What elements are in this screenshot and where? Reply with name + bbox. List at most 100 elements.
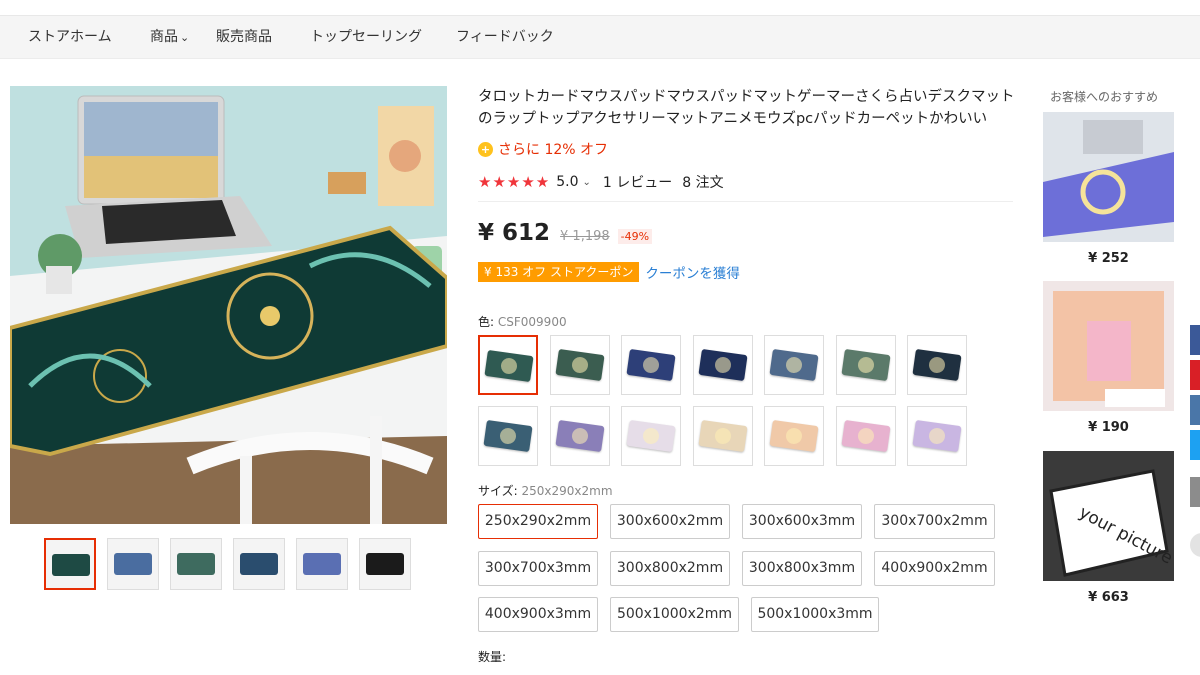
color-swatch[interactable] (621, 406, 681, 466)
size-option[interactable]: 300x800x2mm (610, 551, 730, 586)
order-count: 8 注文 (682, 175, 724, 191)
facebook-share-icon[interactable] (1190, 325, 1200, 355)
swatch-image (769, 419, 819, 453)
nav-label: ストアホーム (28, 29, 112, 45)
swatch-image (483, 419, 533, 453)
nav-feedback[interactable]: フィードバック (456, 16, 554, 59)
twitter-share-icon[interactable] (1190, 430, 1200, 460)
scroll-control[interactable] (1190, 533, 1200, 557)
swatch-image (912, 419, 962, 453)
color-swatch[interactable] (478, 335, 538, 395)
coin-icon: + (478, 141, 493, 157)
more-share-icon[interactable] (1190, 477, 1200, 507)
color-swatch[interactable] (764, 335, 824, 395)
vk-share-icon[interactable] (1190, 395, 1200, 425)
recommend-price: ¥ 252 (1088, 251, 1129, 266)
extra-discount-promo: + さらに 12% オフ (478, 139, 608, 159)
size-option[interactable]: 300x600x2mm (610, 504, 730, 539)
swatch-image (769, 348, 819, 382)
recommend-item[interactable]: your picture ¥ 663 (1043, 451, 1174, 605)
get-coupon-link[interactable]: クーポンを獲得 (645, 262, 740, 282)
recommend-item[interactable]: ¥ 190 (1043, 281, 1174, 435)
recommend-item[interactable]: ¥ 252 (1043, 112, 1174, 266)
color-value: CSF009900 (497, 315, 567, 329)
recommend-image[interactable] (1043, 112, 1174, 242)
size-label: サイズ: 250x290x2mm (478, 482, 613, 499)
size-option[interactable]: 400x900x2mm (874, 551, 995, 586)
color-label-text: 色: (478, 315, 495, 329)
rating-score[interactable]: 5.0 (556, 174, 578, 190)
recommend-image[interactable] (1043, 281, 1174, 411)
top-strip (0, 0, 1200, 16)
current-price: ¥ 612 (478, 220, 551, 246)
nav-label: フィードバック (456, 29, 554, 45)
nav-store-home[interactable]: ストアホーム (28, 16, 112, 59)
nav-label: トップセーリング (310, 29, 422, 45)
swatch-image (554, 419, 605, 453)
product-image (1043, 281, 1174, 411)
size-option[interactable]: 300x700x3mm (478, 551, 598, 586)
nav-label: 販売商品 (216, 29, 272, 45)
color-swatch[interactable] (549, 406, 610, 466)
recommend-price: ¥ 190 (1088, 420, 1129, 435)
price-row: ¥ 612 ¥ 1,198 -49% (478, 220, 653, 250)
review-count[interactable]: 1 レビュー (603, 172, 672, 192)
swatch-image (840, 348, 891, 382)
chevron-down-icon: ⌄ (180, 31, 190, 44)
thumbnail[interactable] (233, 538, 285, 590)
store-coupon-tag: ¥ 133 オフ ストアクーポン (478, 261, 640, 282)
quantity-label: 数量: (478, 650, 507, 664)
color-swatch[interactable] (692, 335, 753, 395)
nav-top-selling[interactable]: トップセーリング (310, 16, 422, 59)
swatch-image (554, 348, 605, 382)
size-option[interactable]: 300x600x3mm (742, 504, 862, 539)
nav-products[interactable]: 商品 ⌄ (150, 16, 189, 59)
swatch-image (912, 348, 962, 382)
color-swatch[interactable] (621, 335, 681, 395)
desk-mat-scene-image (10, 86, 447, 524)
size-option[interactable]: 250x290x2mm (478, 504, 598, 539)
size-option[interactable]: 500x1000x2mm (610, 597, 739, 632)
thumbnail[interactable] (170, 538, 222, 590)
size-option[interactable]: 300x800x3mm (742, 551, 862, 586)
color-swatch[interactable] (835, 335, 896, 395)
size-option[interactable]: 400x900x3mm (478, 597, 598, 632)
product-image: your picture (1043, 451, 1174, 581)
store-nav-bar: ストアホーム 商品 ⌄ 販売商品 トップセーリング フィードバック (0, 16, 1200, 59)
size-option[interactable]: 500x1000x3mm (751, 597, 879, 632)
recommend-image[interactable]: your picture (1043, 451, 1174, 581)
rating-stars: ★★★★★ (478, 173, 551, 191)
discount-badge: -49% (617, 229, 653, 244)
color-swatch[interactable] (907, 335, 967, 395)
swatch-image (484, 349, 534, 383)
color-swatch[interactable] (835, 406, 896, 466)
thumbnail[interactable] (107, 538, 159, 590)
coupon-row: ¥ 133 オフ ストアクーポン クーポンを獲得 (478, 261, 740, 282)
swatch-image (697, 419, 748, 453)
color-swatch[interactable] (764, 406, 824, 466)
promo-text: さらに 12% オフ (498, 142, 609, 158)
recommend-price: ¥ 663 (1088, 590, 1129, 605)
color-swatch[interactable] (907, 406, 967, 466)
swatch-image (697, 348, 748, 382)
size-option[interactable]: 300x700x2mm (874, 504, 995, 539)
color-swatches (478, 335, 978, 466)
product-thumbnail-strip (44, 538, 424, 590)
swatch-image (626, 419, 676, 453)
thumbnail[interactable] (296, 538, 348, 590)
color-swatch[interactable] (692, 406, 753, 466)
pinterest-share-icon[interactable] (1190, 360, 1200, 390)
product-title: タロットカードマウスパッドマウスパッドマットゲーマーさくら占いデスクマットのラッ… (478, 89, 1015, 127)
recommend-title: お客様へのおすすめ (1050, 90, 1159, 104)
divider (478, 201, 1013, 202)
size-value: 250x290x2mm (521, 484, 613, 498)
product-main-image[interactable] (10, 86, 447, 524)
thumbnail[interactable] (359, 538, 411, 590)
nav-on-sale[interactable]: 販売商品 (216, 16, 272, 59)
product-image (1043, 112, 1174, 242)
chevron-down-icon[interactable]: ⌄ (583, 177, 591, 188)
color-swatch[interactable] (549, 335, 610, 395)
size-label-text: サイズ: (478, 484, 518, 498)
thumbnail[interactable] (44, 538, 96, 590)
color-swatch[interactable] (478, 406, 538, 466)
